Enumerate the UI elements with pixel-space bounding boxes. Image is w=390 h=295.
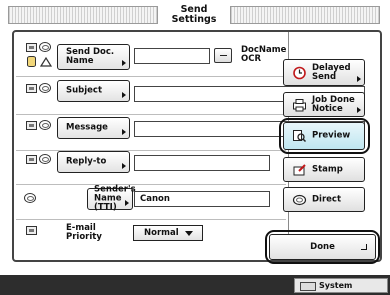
- delayed-send-button[interactable]: Delayed Send: [283, 59, 365, 86]
- message-label: Message: [66, 122, 108, 133]
- docname-ocr-label: DocName OCR: [241, 45, 287, 64]
- reply-to-field[interactable]: [134, 155, 270, 171]
- stamp-button[interactable]: Stamp: [283, 157, 365, 182]
- mail-ring-icon: [39, 83, 51, 93]
- mail-ring-icon: [39, 42, 51, 52]
- row-divider: [16, 184, 286, 185]
- status-bar: System Monitor: [0, 275, 390, 295]
- screen-icon: [26, 155, 37, 164]
- send-doc-name-field[interactable]: [134, 48, 210, 64]
- printer-icon: [293, 98, 306, 111]
- arrow-right-icon: [122, 129, 126, 135]
- preview-label: Preview: [312, 130, 351, 141]
- arrow-right-icon: [125, 200, 129, 206]
- direct-label: Direct: [312, 194, 342, 204]
- subject-label: Subject: [66, 85, 103, 96]
- send-settings-screen: Send Settings Send Doc. Name DocName OCR…: [0, 0, 390, 295]
- preview-button[interactable]: Preview: [283, 122, 365, 150]
- row-divider: [16, 219, 286, 220]
- folder-icon: [40, 56, 52, 67]
- database-icon: [27, 56, 36, 67]
- email-priority-select[interactable]: Normal: [133, 225, 203, 241]
- preview-icon: [293, 130, 307, 143]
- row-divider: [16, 150, 286, 151]
- direct-icon: [292, 194, 307, 205]
- job-done-notice-button[interactable]: Job Done Notice: [283, 92, 365, 117]
- done-button[interactable]: Done: [269, 234, 376, 260]
- arrow-right-icon: [357, 107, 361, 113]
- title-hatch-left: [8, 6, 158, 24]
- arrow-right-icon: [122, 163, 126, 169]
- job-done-notice-label: Job Done Notice: [312, 94, 355, 114]
- email-priority-label: E-mail Priority: [66, 223, 102, 242]
- system-monitor-label: System Monitor: [319, 281, 354, 295]
- senders-name-button[interactable]: Sender's Name (TTI): [87, 184, 136, 213]
- message-button[interactable]: Message: [57, 117, 130, 139]
- reply-to-button[interactable]: Reply-to: [57, 151, 130, 173]
- mail-ring-icon: [39, 120, 51, 130]
- stamp-icon: [293, 163, 306, 175]
- send-doc-name-label: Send Doc. Name: [66, 47, 115, 66]
- title-bar: Send Settings: [4, 2, 384, 28]
- arrow-right-icon: [122, 60, 126, 66]
- delayed-send-label: Delayed Send: [312, 62, 351, 82]
- stamp-label: Stamp: [312, 164, 343, 174]
- return-arrow-icon: [361, 244, 367, 250]
- chevron-down-icon: [185, 231, 193, 236]
- clock-icon: [293, 66, 306, 79]
- screen-icon: [26, 226, 37, 235]
- screen-icon: [26, 121, 37, 130]
- done-label: Done: [310, 242, 335, 252]
- arrow-right-icon: [357, 76, 361, 82]
- email-priority-value: Normal: [144, 228, 179, 238]
- page-title: Send Settings: [171, 4, 217, 25]
- reply-to-label: Reply-to: [66, 156, 107, 167]
- mail-ring-icon: [24, 193, 36, 203]
- system-monitor-button[interactable]: System Monitor: [294, 278, 388, 295]
- mail-ring-icon: [39, 154, 51, 164]
- docname-ocr-toggle[interactable]: [214, 48, 232, 63]
- send-doc-name-button[interactable]: Send Doc. Name: [57, 44, 130, 70]
- screen-icon: [26, 84, 37, 93]
- arrow-right-icon: [122, 92, 126, 98]
- direct-button[interactable]: Direct: [283, 187, 365, 212]
- subject-button[interactable]: Subject: [57, 80, 130, 102]
- senders-name-field[interactable]: Canon: [134, 191, 270, 207]
- row-divider: [16, 114, 286, 115]
- screen-icon: [26, 43, 37, 52]
- senders-name-label: Sender's Name (TTI): [94, 184, 136, 213]
- row-divider: [16, 76, 286, 77]
- title-hatch-right: [230, 6, 380, 24]
